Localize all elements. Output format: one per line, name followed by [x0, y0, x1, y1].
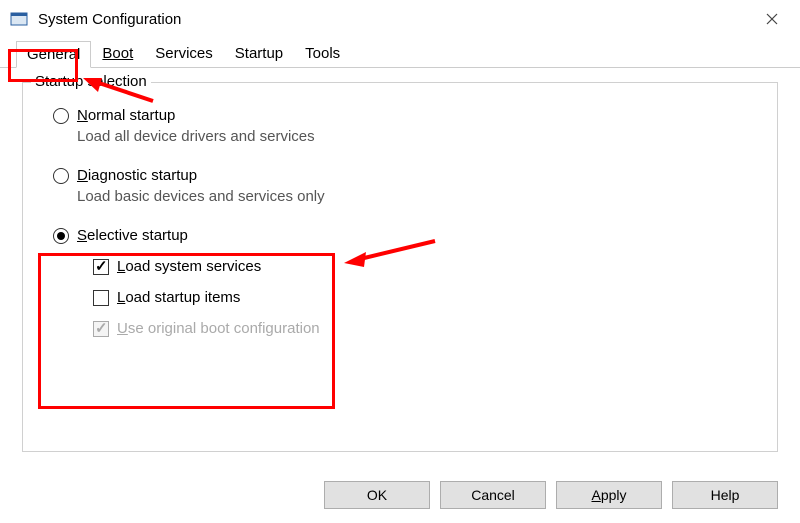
checkbox-row-system-services: Load system services — [93, 258, 763, 275]
radio-normal-label: Normal startup — [77, 107, 175, 124]
checkbox-row-original-boot: Use original boot configuration — [93, 320, 763, 337]
checkbox-load-startup-items-label: Load startup items — [117, 289, 240, 306]
checkbox-use-original-boot-label: Use original boot configuration — [117, 320, 320, 337]
tab-general[interactable]: General — [16, 41, 91, 68]
radio-selective[interactable] — [53, 228, 69, 244]
tab-tools[interactable]: Tools — [294, 40, 351, 67]
checkbox-load-system-services-label: Load system services — [117, 258, 261, 275]
ok-button[interactable]: OK — [324, 481, 430, 509]
close-icon — [766, 13, 778, 25]
tab-content: Startup selection Normal startup Load al… — [0, 68, 800, 506]
apply-button[interactable]: Apply — [556, 481, 662, 509]
tab-strip: General Boot Services Startup Tools — [0, 38, 800, 68]
radio-row-normal: Normal startup — [53, 107, 763, 124]
radio-diagnostic-desc: Load basic devices and services only — [77, 188, 763, 205]
radio-selective-label: Selective startup — [77, 227, 188, 244]
radio-normal[interactable] — [53, 108, 69, 124]
radio-row-selective: Selective startup — [53, 227, 763, 244]
help-button[interactable]: Help — [672, 481, 778, 509]
startup-selection-group: Startup selection Normal startup Load al… — [22, 82, 778, 452]
radio-diagnostic[interactable] — [53, 168, 69, 184]
checkbox-load-startup-items[interactable] — [93, 290, 109, 306]
close-button[interactable] — [750, 4, 794, 34]
window-title: System Configuration — [38, 11, 181, 28]
checkbox-row-startup-items: Load startup items — [93, 289, 763, 306]
checkbox-load-system-services[interactable] — [93, 259, 109, 275]
tab-boot[interactable]: Boot — [91, 40, 144, 67]
tab-startup[interactable]: Startup — [224, 40, 294, 67]
titlebar: System Configuration — [0, 0, 800, 38]
groupbox-legend: Startup selection — [31, 73, 151, 90]
radio-diagnostic-label: Diagnostic startup — [77, 167, 197, 184]
dialog-button-bar: OK Cancel Apply Help — [324, 481, 778, 509]
checkbox-use-original-boot — [93, 321, 109, 337]
cancel-button[interactable]: Cancel — [440, 481, 546, 509]
radio-normal-desc: Load all device drivers and services — [77, 128, 763, 145]
msconfig-icon — [10, 10, 28, 28]
radio-row-diagnostic: Diagnostic startup — [53, 167, 763, 184]
tab-services[interactable]: Services — [144, 40, 224, 67]
